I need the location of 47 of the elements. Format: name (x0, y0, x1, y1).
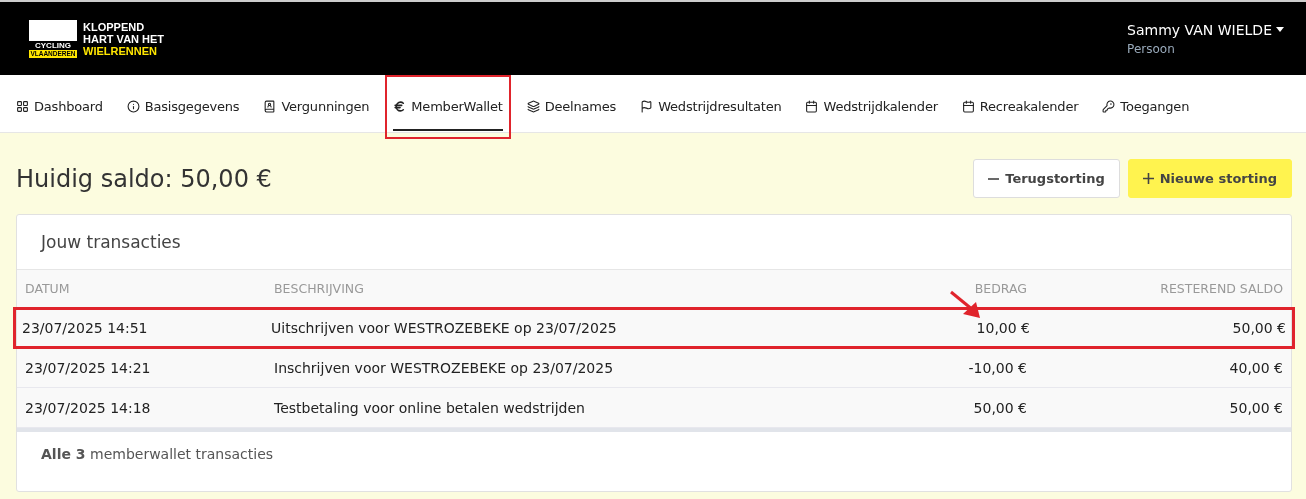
nav-tab[interactable]: Vergunningen (255, 74, 378, 139)
logo-text: WIELRENNEN (83, 44, 158, 57)
table-cell-text: Uitschrijven voor WESTROZEBEKE op 23/07/2025 (271, 319, 618, 336)
table-cell-text: 23/07/2025 14:18 (25, 399, 152, 416)
table-cell-text: Testbetaling voor online betalen wedstrijden (274, 399, 586, 416)
table-cell-text: 23/07/2025 14:51 (22, 319, 149, 336)
nav-tab[interactable]: Toegangen (1094, 74, 1198, 139)
column-header: DATUM (25, 281, 71, 296)
nav-tab[interactable]: MemberWallet (385, 74, 511, 139)
calendar-icon (805, 100, 819, 113)
table-cell-text: Inschrijven voor WESTROZEBEKE op 23/07/2025 (274, 359, 615, 376)
user-name[interactable]: Sammy VAN WIELDE (1127, 21, 1284, 38)
column-header: BEDRAG (973, 281, 1027, 296)
grid-icon (16, 100, 29, 113)
table-cell-text: 50,00 € (972, 399, 1027, 416)
caret-icon (1276, 27, 1284, 32)
nav-tab[interactable]: Basisgegevens (118, 74, 248, 139)
key-icon (1102, 100, 1116, 113)
id-card-icon (263, 100, 277, 113)
table-cell-text: 40,00 € (1228, 359, 1283, 376)
table-cell-text: -10,00 € (967, 359, 1027, 376)
logo-text: HART VAN HET (83, 32, 165, 45)
column-header: BESCHRIJVING (274, 281, 365, 296)
nav-tab[interactable]: Wedstrijdresultaten (632, 74, 790, 139)
calendar-icon (961, 100, 975, 113)
info-icon (126, 100, 140, 113)
plus-icon (1142, 173, 1154, 184)
refund-button[interactable]: Terugstorting (973, 159, 1120, 198)
minus-icon (988, 177, 1000, 180)
logo-badge-text: CYCLING (29, 40, 77, 50)
nav-tab[interactable]: Deelnames (518, 74, 625, 139)
balance-title: Huidig saldo: 50,00 € (16, 164, 272, 193)
nav-tab[interactable]: Recreakalender (953, 74, 1087, 139)
logo-text: KLOPPEND (83, 20, 146, 33)
nav-tab[interactable]: Wedstrijdkalender (797, 74, 946, 139)
table-cell-text: 23/07/2025 14:21 (25, 359, 152, 376)
flag-icon (640, 100, 654, 113)
table-cell-text: 50,00 € (1231, 319, 1286, 336)
nav-tab[interactable]: Dashboard (8, 74, 111, 139)
transactions-count: Alle 3 memberwallet transacties (40, 445, 275, 464)
euro-icon (393, 100, 407, 113)
table-cell-text: 50,00 € (1228, 399, 1283, 416)
user-role: Persoon (1127, 41, 1176, 56)
new-deposit-button[interactable]: Nieuwe storting (1127, 159, 1292, 198)
column-header: RESTEREND SALDO (1159, 281, 1283, 296)
table-cell-text: 10,00 € (975, 319, 1030, 336)
layers-icon (526, 100, 540, 113)
